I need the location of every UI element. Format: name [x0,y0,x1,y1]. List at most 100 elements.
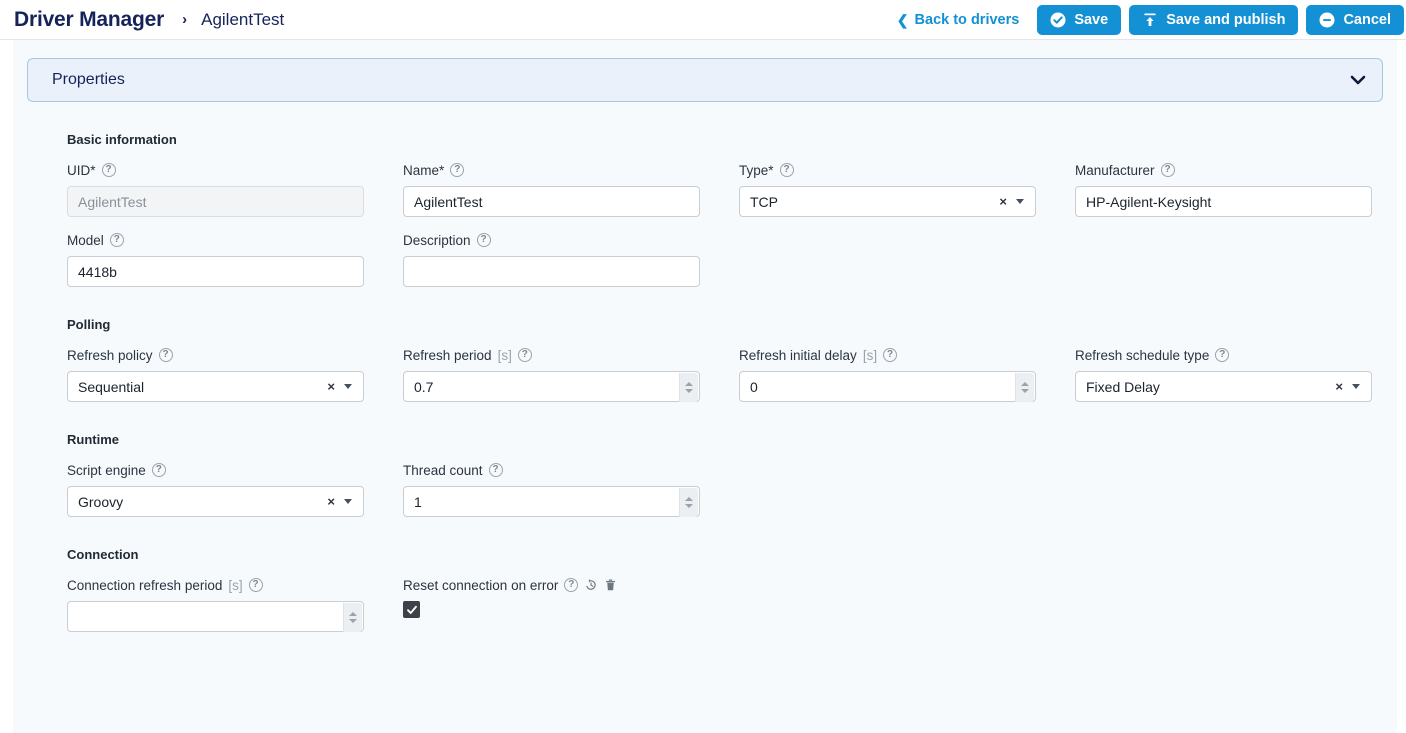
field-refresh-initial-delay-label-text: Refresh initial delay [739,348,857,363]
save-and-publish-button-label: Save and publish [1166,12,1285,28]
question-circle-icon[interactable]: ? [249,578,263,592]
refresh-period-stepper[interactable] [679,373,698,402]
thread-count-stepper[interactable] [679,488,698,517]
field-model: Model ? 4418b [67,231,364,287]
section-title-runtime: Runtime [67,432,1383,447]
type-select-value: TCP [750,194,999,210]
field-thread-count: Thread count ? 1 [403,461,700,517]
refresh-policy-select[interactable]: Sequential × [67,371,364,402]
properties-accordion-header[interactable]: Properties [27,58,1383,102]
stepper-up-icon[interactable] [685,382,693,386]
model-input-value: 4418b [78,264,353,280]
section-title-connection: Connection [67,547,1383,562]
field-refresh-schedule-type: Refresh schedule type ? Fixed Delay × [1075,346,1372,402]
minus-circle-icon [1319,12,1335,28]
question-circle-icon[interactable]: ? [780,163,794,177]
thread-count-input[interactable]: 1 [403,486,700,517]
clear-icon[interactable]: × [327,495,335,508]
stepper-up-icon[interactable] [349,612,357,616]
refresh-period-input[interactable]: 0.7 [403,371,700,402]
refresh-schedule-type-select-value: Fixed Delay [1086,379,1335,395]
field-refresh-initial-delay-unit: [s] [863,348,877,363]
clear-icon[interactable]: × [327,380,335,393]
field-uid-label: UID* ? [67,161,364,179]
connection-refresh-period-stepper[interactable] [343,603,362,632]
name-input[interactable]: AgilentTest [403,186,700,217]
refresh-period-input-value: 0.7 [414,379,689,395]
question-circle-icon[interactable]: ? [152,463,166,477]
name-input-value: AgilentTest [414,194,689,210]
stepper-up-icon[interactable] [1021,382,1029,386]
chevron-down-icon[interactable] [1016,199,1024,204]
field-refresh-initial-delay-label: Refresh initial delay [s] ? [739,346,1036,364]
clear-icon[interactable]: × [999,195,1007,208]
chevron-down-icon[interactable] [344,499,352,504]
field-thread-count-label-text: Thread count [403,463,483,478]
field-refresh-schedule-type-label: Refresh schedule type ? [1075,346,1372,364]
uid-input: AgilentTest [67,186,364,217]
script-engine-select[interactable]: Groovy × [67,486,364,517]
type-select[interactable]: TCP × [739,186,1036,217]
form-row-connection: Connection refresh period [s] ? [67,562,1383,632]
refresh-initial-delay-input[interactable]: 0 [739,371,1036,402]
question-circle-icon[interactable]: ? [159,348,173,362]
chevron-down-icon[interactable] [344,384,352,389]
field-reset-connection-on-error-label-text: Reset connection on error [403,578,558,593]
field-manufacturer-label-text: Manufacturer [1075,163,1155,178]
upload-icon [1142,12,1158,28]
history-icon[interactable] [584,578,598,592]
chevron-left-icon: ❮ [897,13,909,27]
field-script-engine-label-text: Script engine [67,463,146,478]
chevron-down-icon[interactable] [1350,73,1366,88]
breadcrumb-separator: › [182,11,187,28]
field-refresh-policy-label-text: Refresh policy [67,348,153,363]
save-button[interactable]: Save [1037,5,1121,35]
refresh-initial-delay-stepper[interactable] [1015,373,1034,402]
top-bar-actions: ❮ Back to drivers Save Save and publish [897,0,1398,39]
save-and-publish-button[interactable]: Save and publish [1129,5,1298,35]
connection-refresh-period-input[interactable] [67,601,364,632]
stepper-up-icon[interactable] [685,497,693,501]
question-circle-icon[interactable]: ? [883,348,897,362]
field-script-engine-label: Script engine ? [67,461,364,479]
question-circle-icon[interactable]: ? [1215,348,1229,362]
field-thread-count-label: Thread count ? [403,461,700,479]
page-title: Driver Manager [14,8,164,32]
question-circle-icon[interactable]: ? [564,578,578,592]
question-circle-icon[interactable]: ? [102,163,116,177]
description-input[interactable] [403,256,700,287]
clear-icon[interactable]: × [1335,380,1343,393]
scroll-gutter[interactable] [1397,40,1406,733]
check-circle-icon [1050,12,1066,28]
chevron-down-icon[interactable] [1352,384,1360,389]
section-title-polling: Polling [67,317,1383,332]
stepper-down-icon[interactable] [685,389,693,393]
properties-accordion-title: Properties [52,71,125,89]
question-circle-icon[interactable]: ? [518,348,532,362]
question-circle-icon[interactable]: ? [477,233,491,247]
model-input[interactable]: 4418b [67,256,364,287]
stepper-down-icon[interactable] [685,504,693,508]
field-reset-connection-on-error: Reset connection on error ? [403,576,700,632]
field-refresh-period-unit: [s] [498,348,512,363]
form-row-runtime: Script engine ? Groovy × Thread count ? [67,447,1383,517]
question-circle-icon[interactable]: ? [450,163,464,177]
manufacturer-input[interactable]: HP-Agilent-Keysight [1075,186,1372,217]
thread-count-input-value: 1 [414,494,689,510]
stepper-down-icon[interactable] [349,619,357,623]
field-name-label-text: Name* [403,163,444,178]
refresh-schedule-type-select[interactable]: Fixed Delay × [1075,371,1372,402]
form-row-basic-2: Model ? 4418b Description ? [67,217,1383,287]
question-circle-icon[interactable]: ? [489,463,503,477]
question-circle-icon[interactable]: ? [110,233,124,247]
stepper-down-icon[interactable] [1021,389,1029,393]
question-circle-icon[interactable]: ? [1161,163,1175,177]
trash-icon[interactable] [604,578,617,592]
uid-input-value: AgilentTest [78,194,353,210]
cancel-button[interactable]: Cancel [1306,5,1404,35]
field-connection-refresh-period: Connection refresh period [s] ? [67,576,364,632]
manufacturer-input-value: HP-Agilent-Keysight [1086,194,1361,210]
reset-connection-on-error-checkbox[interactable] [403,601,420,618]
back-to-drivers-link[interactable]: ❮ Back to drivers [897,12,1030,28]
field-refresh-period-label: Refresh period [s] ? [403,346,700,364]
